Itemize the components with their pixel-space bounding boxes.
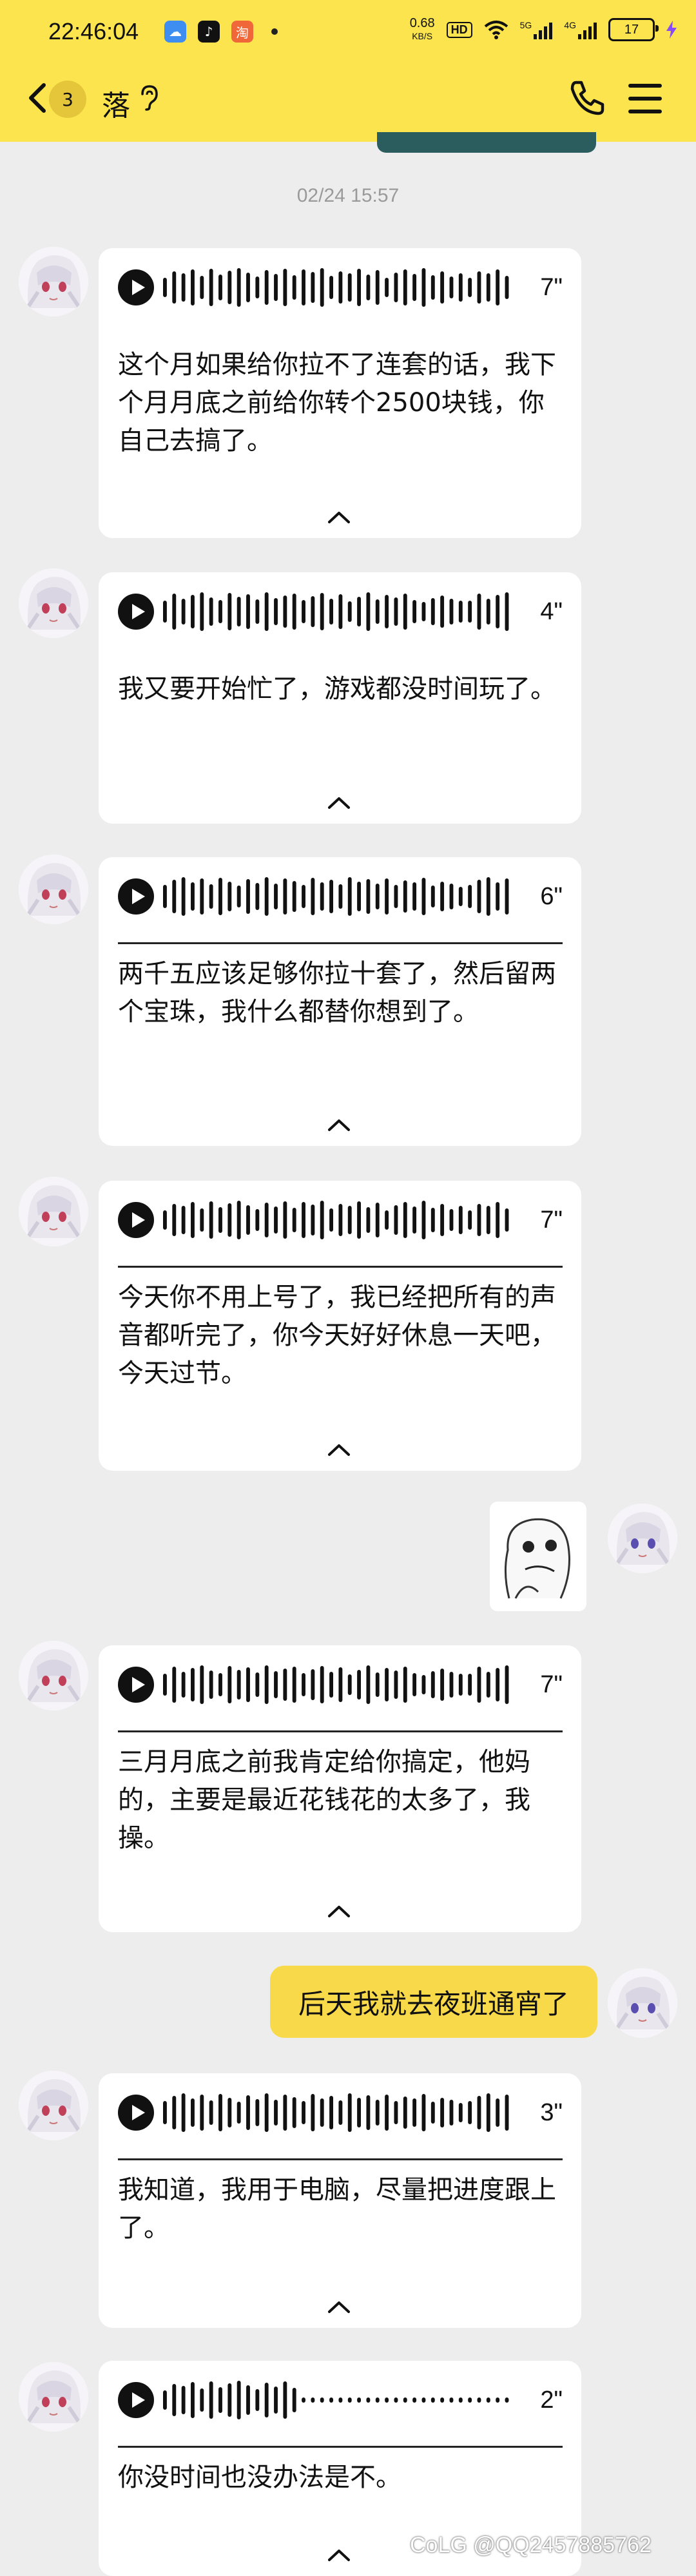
waveform[interactable] [163,2380,517,2420]
voice-transcript: 你没时间也没办法是不。 [118,2463,401,2492]
voice-message-card[interactable]: 3" 我知道，我用于电脑，尽量把进度跟上了。 [99,2073,581,2328]
clock: 22:46:04 [48,18,139,44]
voice-message-card[interactable]: 7" 这个月如果给你拉不了连套的话，我下个月月底之前给你转个2500块钱，你自己去… [99,248,581,538]
contact-avatar[interactable] [19,2071,88,2140]
divider [118,2158,563,2160]
play-icon[interactable] [118,1202,154,1238]
my-text-message[interactable]: 后天我就去夜班通宵了 [270,1966,597,2038]
waveform[interactable] [163,1665,517,1705]
status-indicators: 0.68 KB/S HD 5G 4G 17 [410,17,677,43]
voice-transcript: 今天你不用上号了，我已经把所有的声音都听完了，你今天好好休息一天吧，今天过节。 [118,1283,556,1388]
signal-icon-2: 4G [564,20,597,39]
play-icon[interactable] [118,2095,154,2131]
voice-message-card[interactable]: 7" 今天你不用上号了，我已经把所有的声音都听完了，你今天好好休息一天吧，今天过节… [99,1181,581,1471]
divider [118,2446,563,2448]
contact-avatar[interactable] [19,568,88,638]
menu-icon[interactable] [628,84,662,113]
contact-avatar[interactable] [19,1641,88,1710]
voice-duration: 7" [540,1206,563,1234]
play-icon[interactable] [118,594,154,630]
voice-duration: 7" [540,1671,563,1698]
hd-badge: HD [446,21,472,38]
play-icon[interactable] [118,269,154,305]
voice-duration: 3" [540,2098,563,2126]
voice-message-card[interactable]: 6" 两千五应该足够你拉十套了，然后留两个宝珠，我什么都替你想到了。 [99,857,581,1146]
voice-player[interactable]: 3" [118,2093,563,2133]
status-bar: 22:46:04 ☁ ♪ 淘 0.68 KB/S HD 5G 4G 17 [0,0,696,64]
wifi-icon [484,21,508,39]
collapse-transcript-icon[interactable] [325,2299,353,2314]
waveform[interactable] [163,876,517,916]
voice-message-card[interactable]: 4" 我又要开始忙了，游戏都没时间玩了。 [99,572,581,824]
waveform[interactable] [163,592,517,632]
play-icon[interactable] [118,878,154,915]
collapse-transcript-icon[interactable] [325,795,353,810]
play-icon[interactable] [118,1667,154,1703]
waveform[interactable] [163,267,517,307]
collapse-transcript-icon[interactable] [325,1442,353,1457]
my-avatar[interactable] [608,1504,677,1573]
my-avatar[interactable] [608,1968,677,2038]
collapse-transcript-icon[interactable] [325,1903,353,1919]
notification-icons: ☁ ♪ 淘 [164,21,278,43]
play-icon[interactable] [118,2382,154,2418]
collapse-transcript-icon[interactable] [325,1117,353,1132]
contact-avatar[interactable] [19,1177,88,1246]
divider [118,942,563,944]
contact-avatar[interactable] [19,855,88,924]
sticker-image[interactable] [490,1502,586,1611]
waveform[interactable] [163,1200,517,1240]
voice-player[interactable]: 7" [118,267,563,307]
voice-duration: 2" [540,2386,563,2414]
phone-icon[interactable] [567,79,606,117]
weather-app-icon: ☁ [164,21,186,43]
voice-player[interactable]: 6" [118,876,563,916]
chat-timestamp: 02/24 15:57 [296,185,400,206]
shopping-app-icon: 淘 [231,21,253,43]
voice-transcript: 我知道，我用于电脑，尽量把进度跟上了。 [118,2175,556,2243]
tiktok-icon: ♪ [198,21,220,43]
voice-duration: 7" [540,273,563,301]
voice-transcript: 这个月如果给你拉不了连套的话，我下个月月底之前给你转个2500块钱，你自己去搞了… [118,350,556,456]
voice-player[interactable]: 4" [118,592,563,632]
more-notifications-dot [271,28,278,35]
watermark: CoLG @QQ2457885762 [410,2533,652,2557]
divider [118,1266,563,1268]
contact-avatar[interactable] [19,2362,88,2432]
contact-name[interactable]: 落 [102,82,130,124]
voice-player[interactable]: 7" [118,1665,563,1705]
ear-icon[interactable] [139,84,159,112]
network-speed: 0.68 KB/S [409,16,435,41]
voice-player[interactable]: 7" [118,1200,563,1240]
meme-face-sticker [504,1518,570,1599]
collapse-transcript-icon[interactable] [325,2547,353,2562]
contact-avatar[interactable] [19,247,88,316]
voice-duration: 6" [540,882,563,910]
voice-duration: 4" [540,597,563,625]
charging-icon [666,21,677,39]
voice-transcript: 三月月底之前我肯定给你搞定，他妈的，主要是最近花钱花的太多了，我操。 [118,1747,530,1853]
waveform[interactable] [163,2093,517,2133]
voice-player[interactable]: 2" [118,2380,563,2420]
voice-message-card[interactable]: 7" 三月月底之前我肯定给你搞定，他妈的，主要是最近花钱花的太多了，我操。 [99,1645,581,1932]
battery-icon: 17 [608,18,659,41]
collapse-transcript-icon[interactable] [325,509,353,525]
signal-icon-1: 5G [520,20,553,39]
divider [118,1730,563,1732]
voice-transcript: 两千五应该足够你拉十套了，然后留两个宝珠，我什么都替你想到了。 [118,959,556,1027]
unread-count-badge[interactable]: 3 [49,81,86,118]
voice-transcript: 我又要开始忙了，游戏都没时间玩了。 [118,674,556,704]
previous-image-preview[interactable] [377,132,596,153]
